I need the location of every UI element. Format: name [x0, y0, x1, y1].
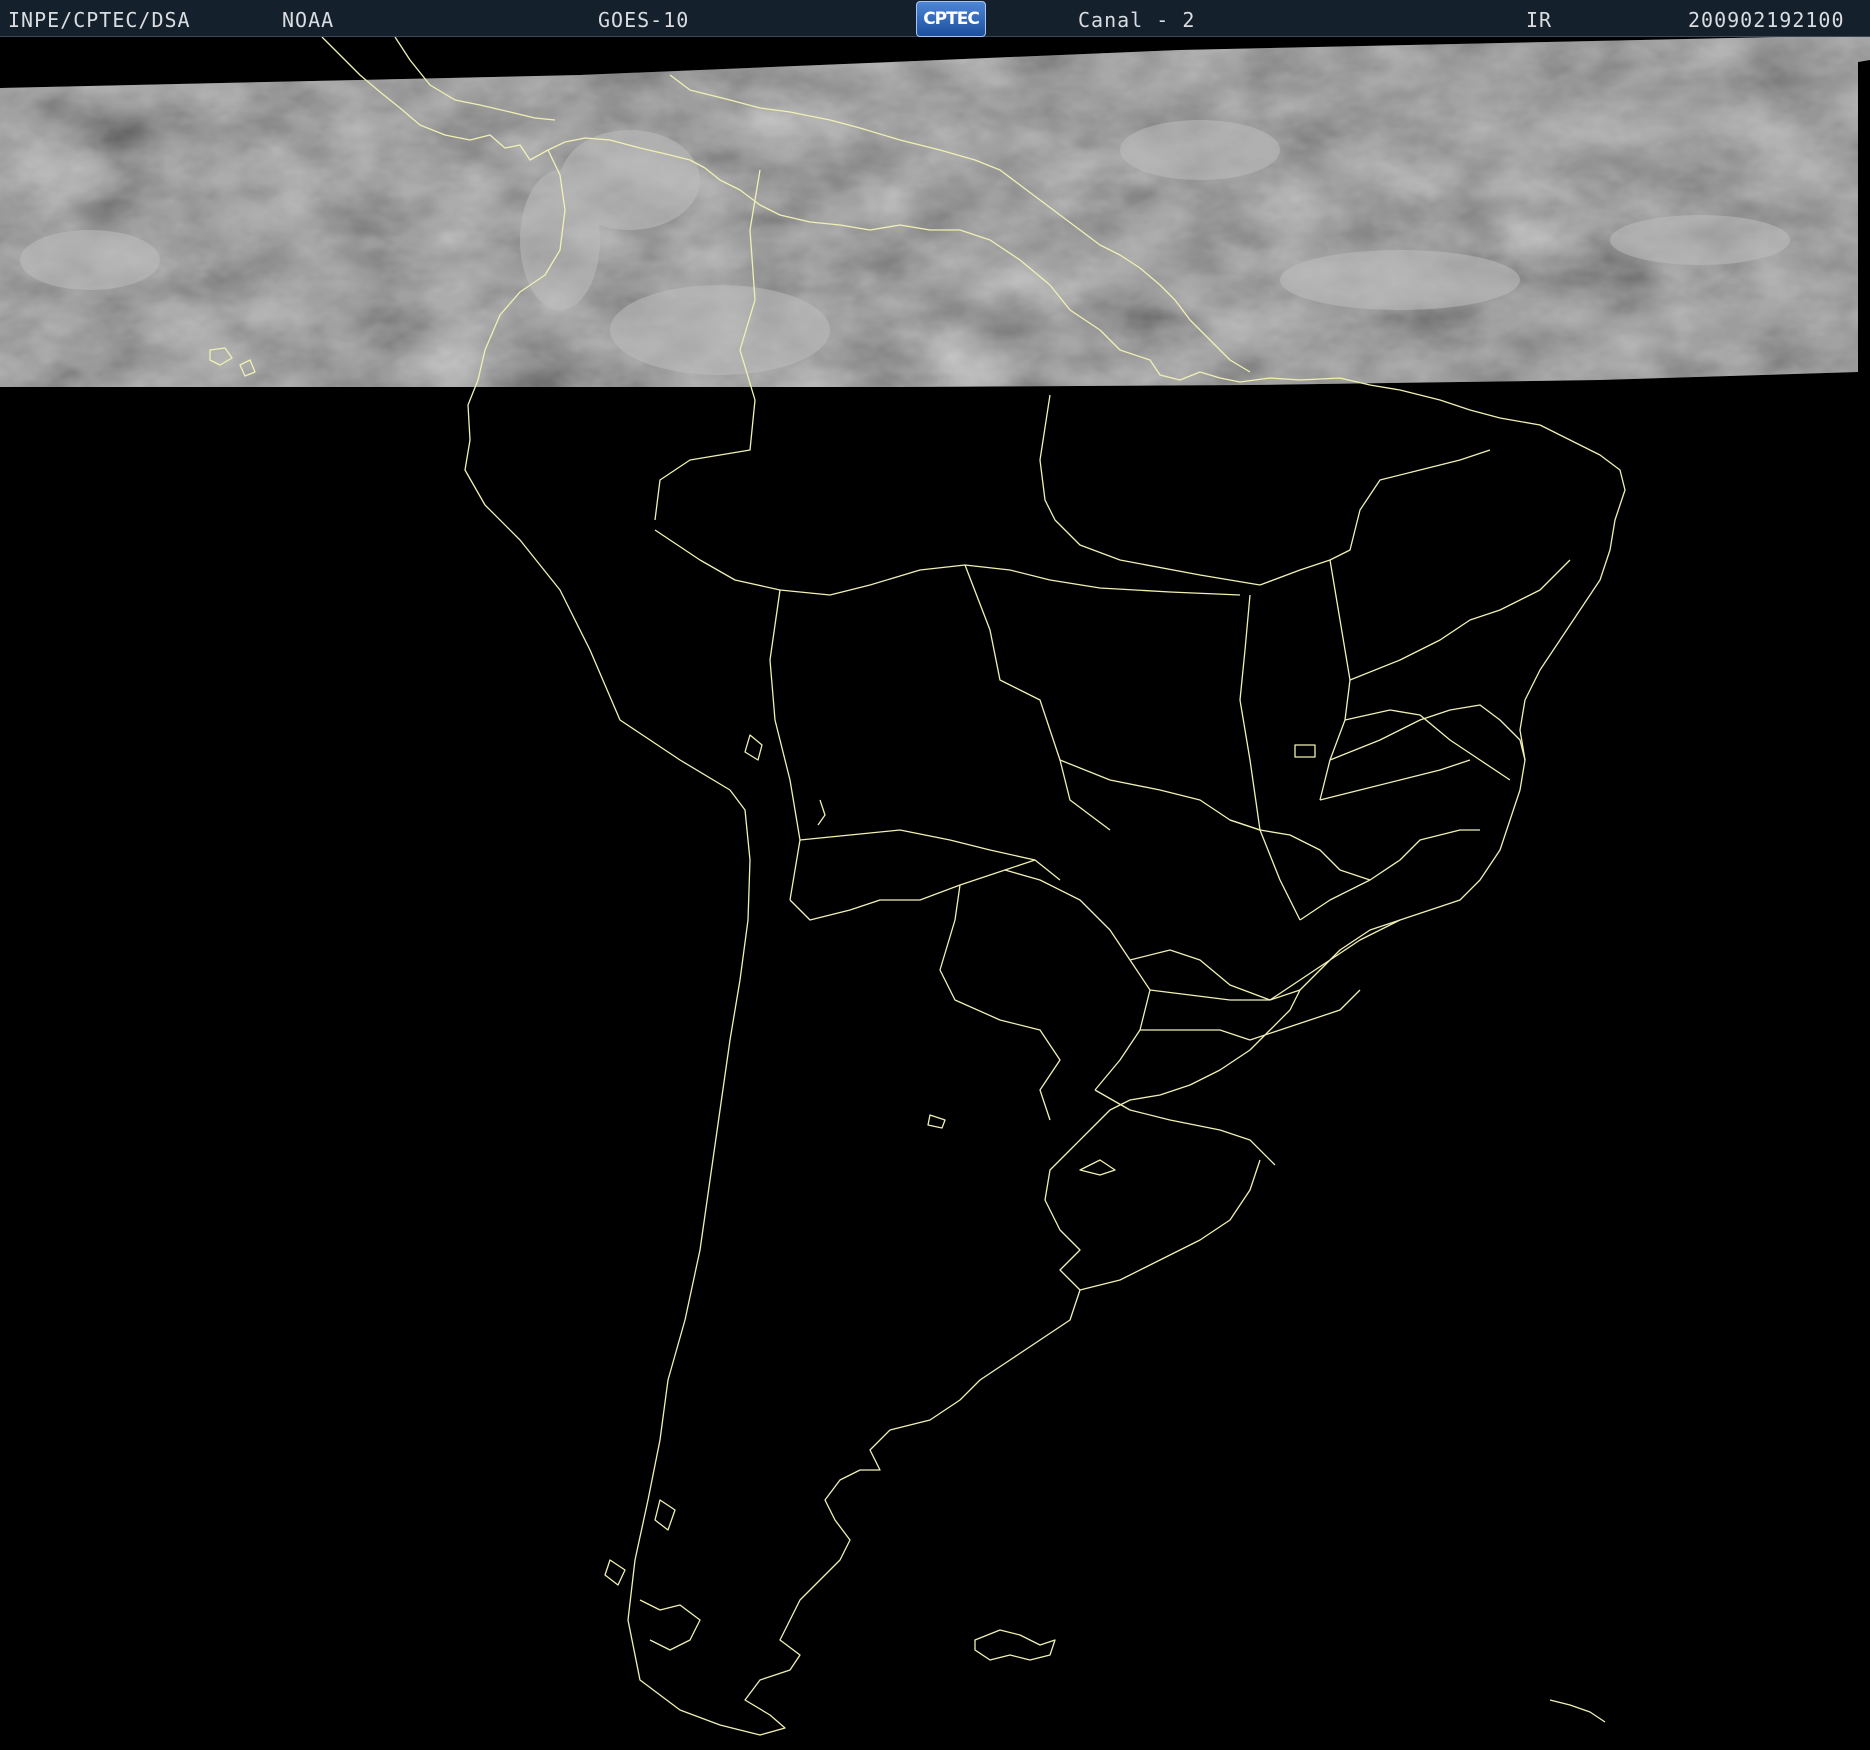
timestamp-label: 200902192100 — [1688, 8, 1845, 32]
image-header: INPE/CPTEC/DSA NOAA GOES-10 CPTEC Canal … — [0, 0, 1870, 37]
agency-label: INPE/CPTEC/DSA — [8, 8, 191, 32]
channel-label: Canal - 2 — [1078, 8, 1196, 32]
cptec-logo: CPTEC — [916, 1, 986, 37]
satellite-map — [0, 37, 1870, 1750]
south-georgia-outline — [1549, 1699, 1606, 1723]
map-svg — [0, 37, 1870, 1736]
satellite-label: GOES-10 — [598, 8, 690, 32]
band-label: IR — [1526, 8, 1553, 32]
provider-label: NOAA — [282, 8, 335, 32]
imagery-band — [0, 37, 1870, 387]
falklands-outline — [974, 1629, 1056, 1661]
